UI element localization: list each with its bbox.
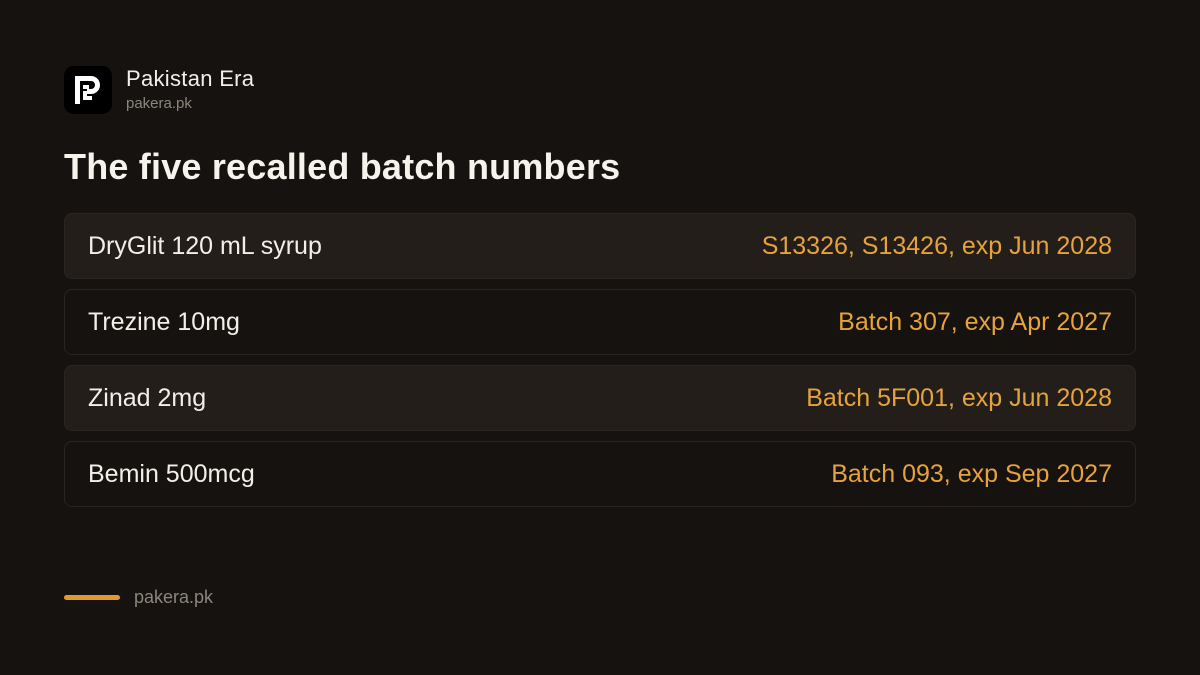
list-item: Trezine 10mg Batch 307, exp Apr 2027 [64, 289, 1136, 355]
recall-list: DryGlit 120 mL syrup S13326, S13426, exp… [64, 213, 1136, 517]
batch-info: S13326, S13426, exp Jun 2028 [761, 231, 1112, 260]
accent-divider [64, 595, 120, 600]
list-item: Zinad 2mg Batch 5F001, exp Jun 2028 [64, 365, 1136, 431]
product-name: DryGlit 120 mL syrup [88, 231, 322, 260]
page-title: The five recalled batch numbers [64, 146, 621, 187]
batch-info: Batch 093, exp Sep 2027 [831, 459, 1112, 488]
footer: pakera.pk [64, 587, 213, 608]
brand-header: Pakistan Era pakera.pk [64, 66, 254, 114]
product-name: Bemin 500mcg [88, 459, 255, 488]
list-item: DryGlit 120 mL syrup S13326, S13426, exp… [64, 213, 1136, 279]
batch-info: Batch 307, exp Apr 2027 [838, 307, 1112, 336]
product-name: Trezine 10mg [88, 307, 240, 336]
pe-monogram-logo-icon [64, 66, 112, 114]
brand-domain: pakera.pk [126, 95, 192, 112]
brand-name: Pakistan Era [126, 66, 255, 91]
footer-domain: pakera.pk [134, 587, 214, 607]
batch-info: Batch 5F001, exp Jun 2028 [806, 383, 1112, 412]
product-name: Zinad 2mg [88, 383, 207, 412]
list-item: Bemin 500mcg Batch 093, exp Sep 2027 [64, 441, 1136, 507]
